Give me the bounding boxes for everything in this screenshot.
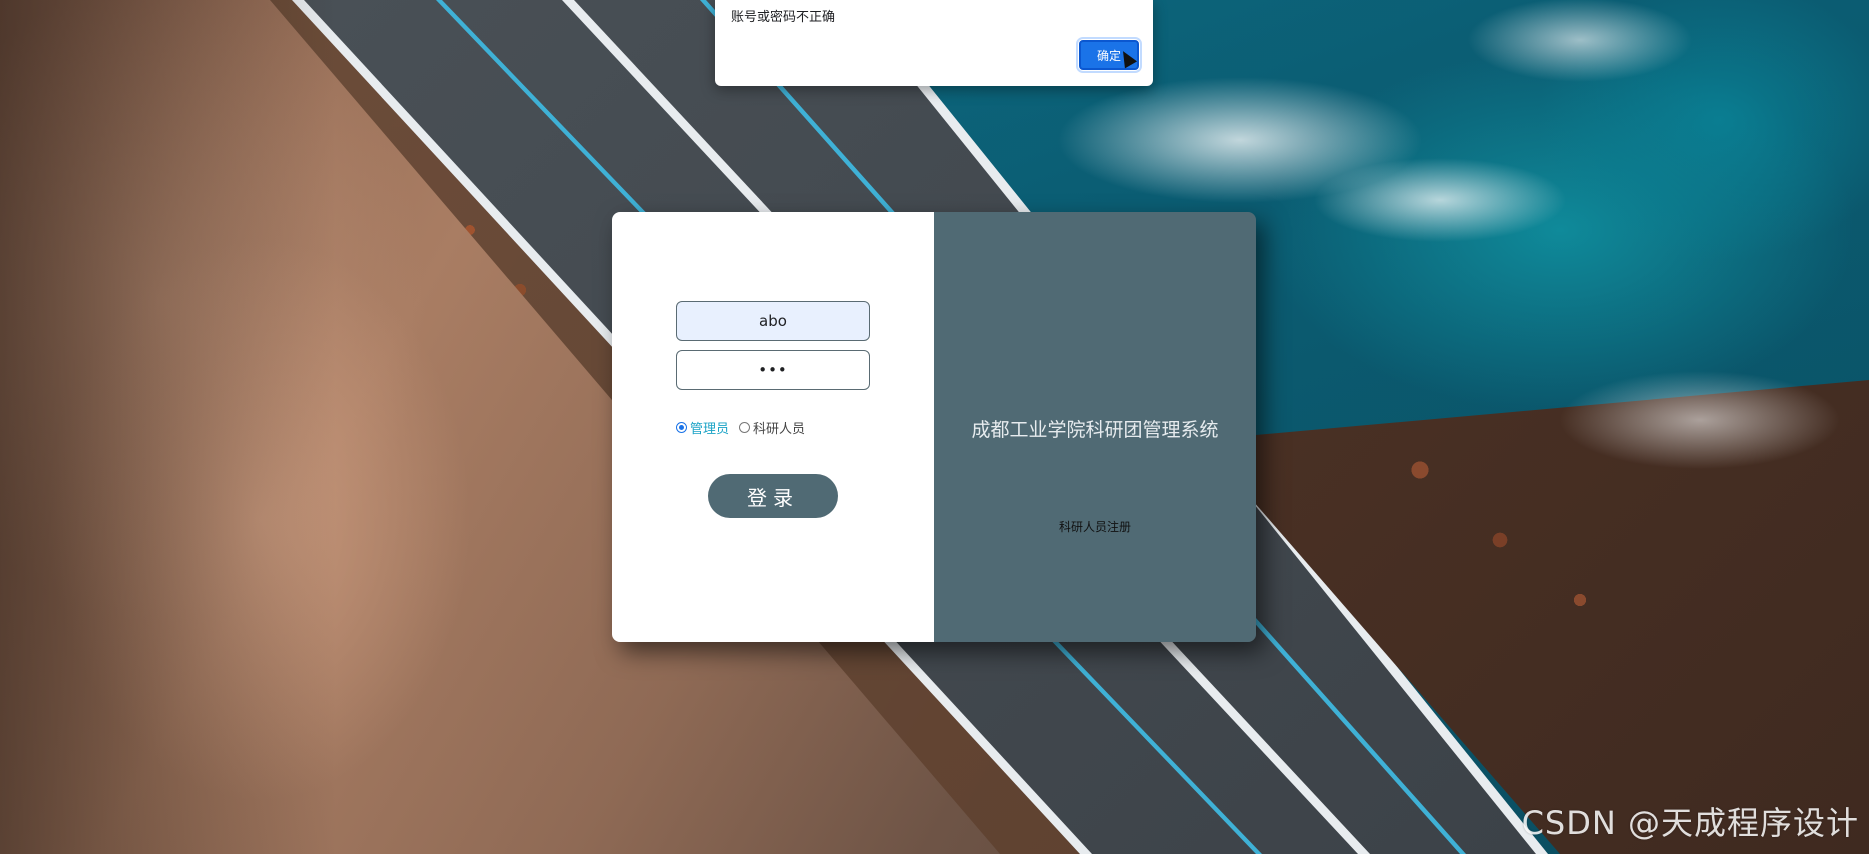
role-admin[interactable]: 管理员 bbox=[676, 418, 729, 437]
role-researcher[interactable]: 科研人员 bbox=[739, 418, 805, 437]
login-card: 管理员 科研人员 登录 成都工业学院科研团管理系统 科研人员注册 bbox=[612, 212, 1256, 642]
login-button[interactable]: 登录 bbox=[708, 474, 838, 518]
radio-selected-icon[interactable] bbox=[676, 422, 687, 433]
radio-unselected-icon[interactable] bbox=[739, 422, 751, 433]
watermark-text: CSDN @天成程序设计 bbox=[1521, 804, 1859, 842]
role-admin-label: 管理员 bbox=[690, 422, 730, 437]
role-selector: 管理员 科研人员 bbox=[676, 418, 815, 437]
info-panel: 成都工业学院科研团管理系统 科研人员注册 bbox=[934, 212, 1256, 642]
system-title: 成都工业学院科研团管理系统 bbox=[971, 419, 1219, 441]
alert-message: 账号或密码不正确 bbox=[731, 10, 836, 25]
register-link[interactable]: 科研人员注册 bbox=[934, 518, 1256, 535]
password-input[interactable] bbox=[676, 350, 870, 390]
login-form-panel: 管理员 科研人员 登录 bbox=[612, 212, 934, 642]
alert-dialog: 账号或密码不正确 确定 bbox=[715, 0, 1153, 86]
username-input[interactable] bbox=[676, 301, 870, 341]
role-researcher-label: 科研人员 bbox=[753, 422, 806, 437]
